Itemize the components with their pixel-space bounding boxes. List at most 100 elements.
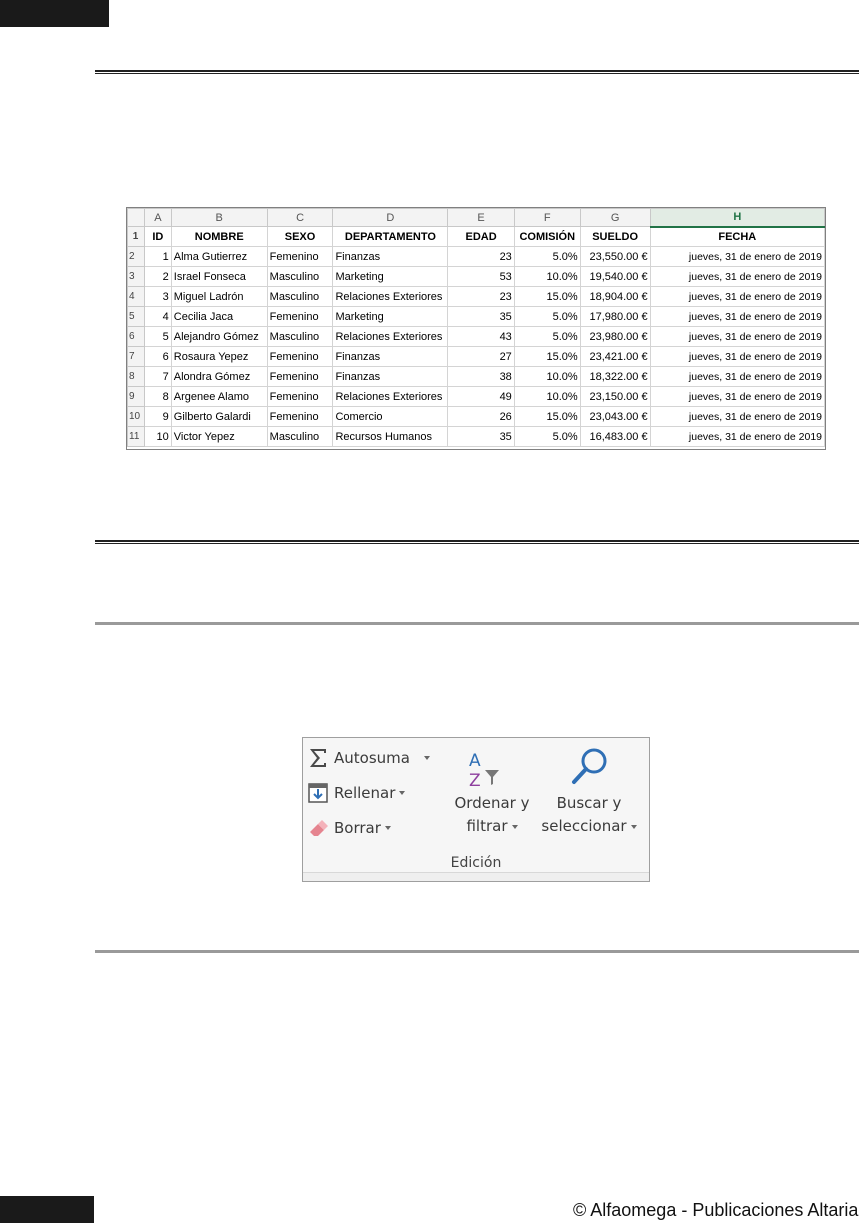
table-cell[interactable]: 7	[143, 366, 172, 387]
header-cell[interactable]: EDAD	[447, 226, 515, 247]
table-cell[interactable]: 9	[143, 406, 172, 427]
row-number[interactable]: 11	[127, 426, 145, 447]
table-cell[interactable]: Femenino	[266, 346, 334, 367]
table-cell[interactable]: 10.0%	[513, 366, 581, 387]
table-cell[interactable]: Masculino	[266, 266, 334, 287]
table-cell[interactable]: jueves, 31 de enero de 2019	[649, 286, 826, 307]
table-cell[interactable]: 18,904.00 €	[579, 286, 651, 307]
header-cell[interactable]: DEPARTAMENTO	[332, 226, 449, 247]
table-cell[interactable]: 4	[143, 306, 172, 327]
table-cell[interactable]: 5.0%	[513, 426, 581, 447]
table-cell[interactable]: 15.0%	[513, 406, 581, 427]
table-cell[interactable]: 2	[143, 266, 172, 287]
column-header[interactable]: H	[649, 208, 826, 228]
column-header[interactable]: G	[579, 208, 651, 227]
table-cell[interactable]: Femenino	[266, 406, 334, 427]
table-cell[interactable]: jueves, 31 de enero de 2019	[649, 366, 826, 387]
table-cell[interactable]: Argenee Alamo	[170, 386, 268, 407]
row-number[interactable]: 5	[127, 306, 145, 327]
table-cell[interactable]: 5	[143, 326, 172, 347]
table-cell[interactable]: 5.0%	[513, 306, 581, 327]
table-cell[interactable]: Marketing	[332, 306, 449, 327]
table-cell[interactable]: 1	[143, 246, 172, 267]
rellenar-button[interactable]: Rellenar	[307, 782, 406, 804]
row-number[interactable]: 8	[127, 366, 145, 387]
table-cell[interactable]: 53	[447, 266, 515, 287]
column-header[interactable]: D	[332, 208, 449, 227]
table-cell[interactable]: Victor Yepez	[170, 426, 268, 447]
table-cell[interactable]: Alondra Gómez	[170, 366, 268, 387]
table-cell[interactable]: 10	[143, 426, 172, 447]
column-header[interactable]: C	[266, 208, 334, 227]
table-cell[interactable]: 23,150.00 €	[579, 386, 651, 407]
table-cell[interactable]: 16,483.00 €	[579, 426, 651, 447]
table-cell[interactable]: 23	[447, 246, 515, 267]
table-cell[interactable]: jueves, 31 de enero de 2019	[649, 326, 826, 347]
table-cell[interactable]: Finanzas	[332, 346, 449, 367]
table-cell[interactable]: 19,540.00 €	[579, 266, 651, 287]
table-cell[interactable]: 3	[143, 286, 172, 307]
column-header[interactable]: B	[170, 208, 268, 227]
table-cell[interactable]: 23,421.00 €	[579, 346, 651, 367]
table-cell[interactable]: 49	[447, 386, 515, 407]
table-cell[interactable]: jueves, 31 de enero de 2019	[649, 246, 826, 267]
table-cell[interactable]: 15.0%	[513, 346, 581, 367]
table-cell[interactable]: 23,550.00 €	[579, 246, 651, 267]
table-cell[interactable]: Femenino	[266, 386, 334, 407]
table-cell[interactable]: 5.0%	[513, 246, 581, 267]
table-cell[interactable]: Finanzas	[332, 246, 449, 267]
table-cell[interactable]: 35	[447, 306, 515, 327]
table-cell[interactable]: Relaciones Exteriores	[332, 386, 449, 407]
table-cell[interactable]: Alejandro Gómez	[170, 326, 268, 347]
table-cell[interactable]: Masculino	[266, 326, 334, 347]
table-cell[interactable]: Femenino	[266, 306, 334, 327]
table-cell[interactable]: 10.0%	[513, 266, 581, 287]
table-cell[interactable]: Marketing	[332, 266, 449, 287]
table-cell[interactable]: 15.0%	[513, 286, 581, 307]
table-cell[interactable]: Femenino	[266, 246, 334, 267]
header-cell[interactable]: COMISIÓN	[513, 226, 581, 247]
table-cell[interactable]: Finanzas	[332, 366, 449, 387]
header-cell[interactable]: ID	[143, 226, 172, 247]
header-cell[interactable]: SEXO	[266, 226, 334, 247]
row-number[interactable]: 10	[127, 406, 145, 427]
table-cell[interactable]: 23,043.00 €	[579, 406, 651, 427]
table-cell[interactable]: 17,980.00 €	[579, 306, 651, 327]
table-cell[interactable]: 23	[447, 286, 515, 307]
table-cell[interactable]: 35	[447, 426, 515, 447]
row-number[interactable]: 9	[127, 386, 145, 407]
table-cell[interactable]: 5.0%	[513, 326, 581, 347]
table-cell[interactable]: Relaciones Exteriores	[332, 326, 449, 347]
table-cell[interactable]: Femenino	[266, 366, 334, 387]
table-cell[interactable]: jueves, 31 de enero de 2019	[649, 346, 826, 367]
table-cell[interactable]: Recursos Humanos	[332, 426, 449, 447]
table-cell[interactable]: Masculino	[266, 426, 334, 447]
row-number[interactable]: 3	[127, 266, 145, 287]
table-cell[interactable]: jueves, 31 de enero de 2019	[649, 386, 826, 407]
row-number[interactable]: 2	[127, 246, 145, 267]
row-number[interactable]: 7	[127, 346, 145, 367]
table-cell[interactable]: 26	[447, 406, 515, 427]
row-number[interactable]: 1	[127, 226, 145, 247]
table-cell[interactable]: Cecilia Jaca	[170, 306, 268, 327]
table-cell[interactable]: 38	[447, 366, 515, 387]
table-cell[interactable]: 10.0%	[513, 386, 581, 407]
column-header[interactable]: F	[513, 208, 581, 227]
table-cell[interactable]: Relaciones Exteriores	[332, 286, 449, 307]
ordenar-filtrar-button[interactable]: A Z Ordenar y filtrar	[447, 746, 537, 838]
table-cell[interactable]: jueves, 31 de enero de 2019	[649, 406, 826, 427]
table-cell[interactable]: 27	[447, 346, 515, 367]
header-cell[interactable]: NOMBRE	[170, 226, 268, 247]
table-cell[interactable]: Comercio	[332, 406, 449, 427]
column-header[interactable]: A	[143, 208, 172, 227]
table-cell[interactable]: 6	[143, 346, 172, 367]
table-cell[interactable]: 8	[143, 386, 172, 407]
table-cell[interactable]: jueves, 31 de enero de 2019	[649, 426, 826, 447]
table-cell[interactable]: Alma Gutierrez	[170, 246, 268, 267]
row-number[interactable]: 4	[127, 286, 145, 307]
table-cell[interactable]: Masculino	[266, 286, 334, 307]
buscar-seleccionar-button[interactable]: Buscar y seleccionar	[535, 746, 643, 838]
row-number[interactable]: 6	[127, 326, 145, 347]
table-cell[interactable]: Israel Fonseca	[170, 266, 268, 287]
table-cell[interactable]: Rosaura Yepez	[170, 346, 268, 367]
